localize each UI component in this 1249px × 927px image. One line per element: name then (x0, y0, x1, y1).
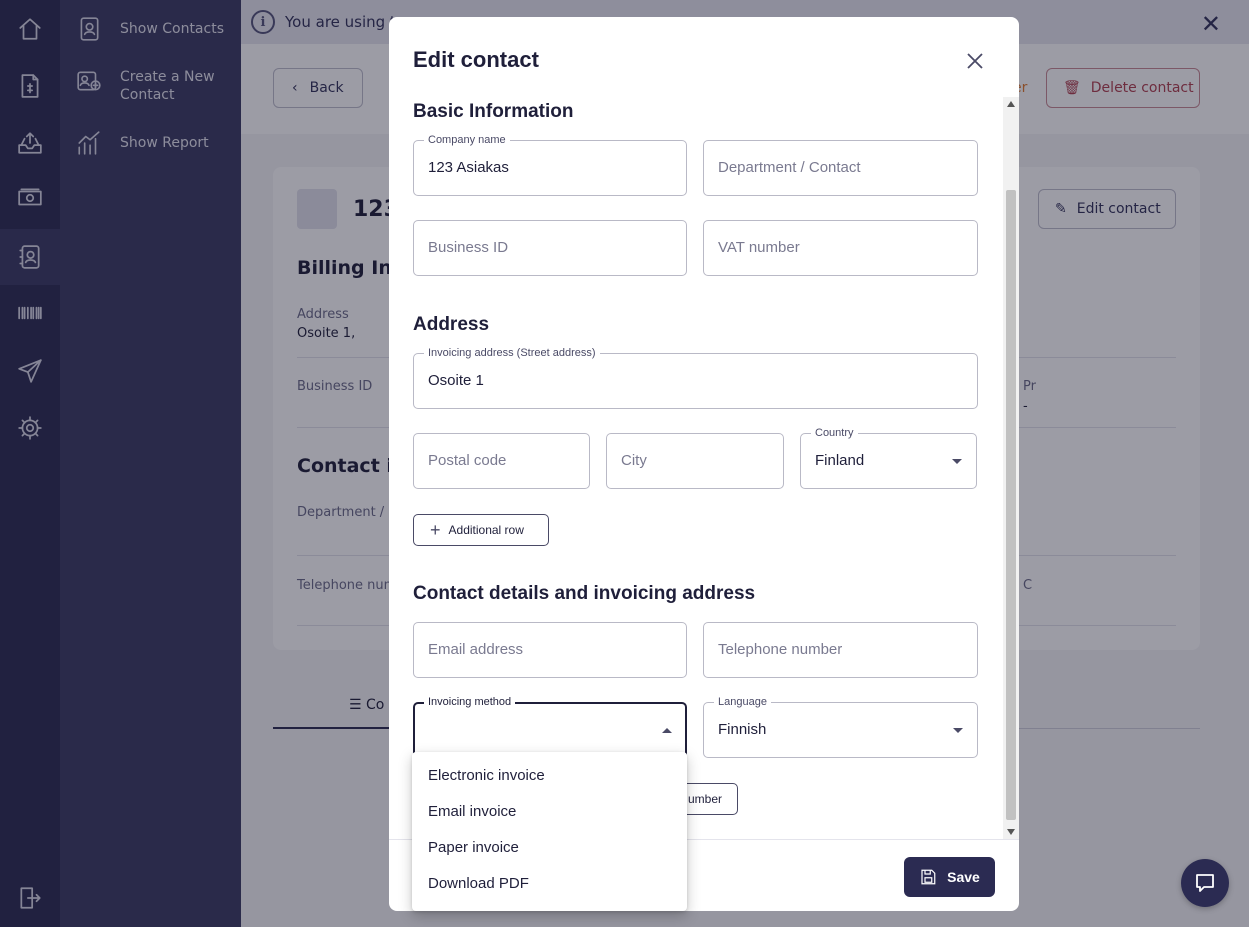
save-label: Save (947, 869, 980, 885)
option-email-invoice[interactable]: Email invoice (412, 794, 687, 830)
save-button[interactable]: Save (904, 857, 995, 897)
caret-up-icon (662, 728, 672, 733)
plus-icon: + (430, 520, 441, 540)
field-placeholder: Business ID (428, 239, 509, 256)
close-icon[interactable] (963, 49, 987, 73)
option-electronic-invoice[interactable]: Electronic invoice (412, 758, 687, 794)
field-label: Country (811, 426, 858, 440)
field-placeholder: City (621, 452, 647, 469)
field-label: Language (714, 695, 771, 709)
contact-details-heading: Contact details and invoicing address (413, 583, 756, 604)
field-label: Invoicing method (424, 695, 516, 709)
additional-row-button[interactable]: + Additional row (413, 514, 549, 546)
floppy-disk-icon (921, 869, 936, 885)
department-field[interactable]: Department / Contact (703, 140, 978, 196)
basic-info-heading: Basic Information (413, 101, 574, 122)
modal-body: Basic Information Company name 123 Asiak… (389, 97, 1019, 839)
chat-icon (1196, 874, 1214, 892)
chat-launcher-button[interactable] (1181, 859, 1229, 907)
city-field[interactable]: City (606, 433, 784, 489)
language-select[interactable]: Language Finnish (703, 695, 978, 758)
option-paper-invoice[interactable]: Paper invoice (412, 830, 687, 866)
invoicing-address-field[interactable]: Invoicing address (Street address) Osoit… (413, 346, 978, 409)
email-field[interactable]: Email address (413, 622, 687, 678)
field-value: Osoite 1 (428, 372, 484, 389)
button-label: umber (687, 792, 722, 806)
field-placeholder: Department / Contact (718, 159, 861, 176)
caret-down-icon (952, 459, 962, 464)
button-label: Additional row (448, 523, 524, 537)
company-name-field[interactable]: Company name 123 Asiakas (413, 133, 687, 196)
modal-title: Edit contact (413, 47, 539, 72)
field-placeholder: Email address (428, 641, 524, 658)
scroll-down-arrow[interactable] (1007, 829, 1015, 835)
country-select[interactable]: Country Finland (800, 426, 977, 489)
invoicing-method-select[interactable]: Invoicing method (413, 695, 687, 758)
vat-number-field[interactable]: VAT number (703, 220, 978, 276)
scroll-up-arrow[interactable] (1007, 101, 1015, 107)
telephone-field[interactable]: Telephone number (703, 622, 978, 678)
caret-down-icon (953, 728, 963, 733)
scroll-thumb[interactable] (1006, 190, 1016, 820)
field-label: Invoicing address (Street address) (424, 346, 600, 360)
field-value: Finland (815, 452, 865, 469)
field-value: 123 Asiakas (428, 159, 509, 176)
field-value: Finnish (718, 721, 767, 738)
field-placeholder: VAT number (718, 239, 800, 256)
invoicing-method-dropdown: Electronic invoice Email invoice Paper i… (412, 752, 687, 911)
modal-scrollbar[interactable] (1003, 97, 1019, 839)
option-download-pdf[interactable]: Download PDF (412, 866, 687, 902)
business-id-field[interactable]: Business ID (413, 220, 687, 276)
field-placeholder: Telephone number (718, 641, 843, 658)
address-heading: Address (413, 314, 490, 335)
postal-code-field[interactable]: Postal code (413, 433, 590, 489)
field-placeholder: Postal code (428, 452, 507, 469)
field-label: Company name (424, 133, 510, 147)
